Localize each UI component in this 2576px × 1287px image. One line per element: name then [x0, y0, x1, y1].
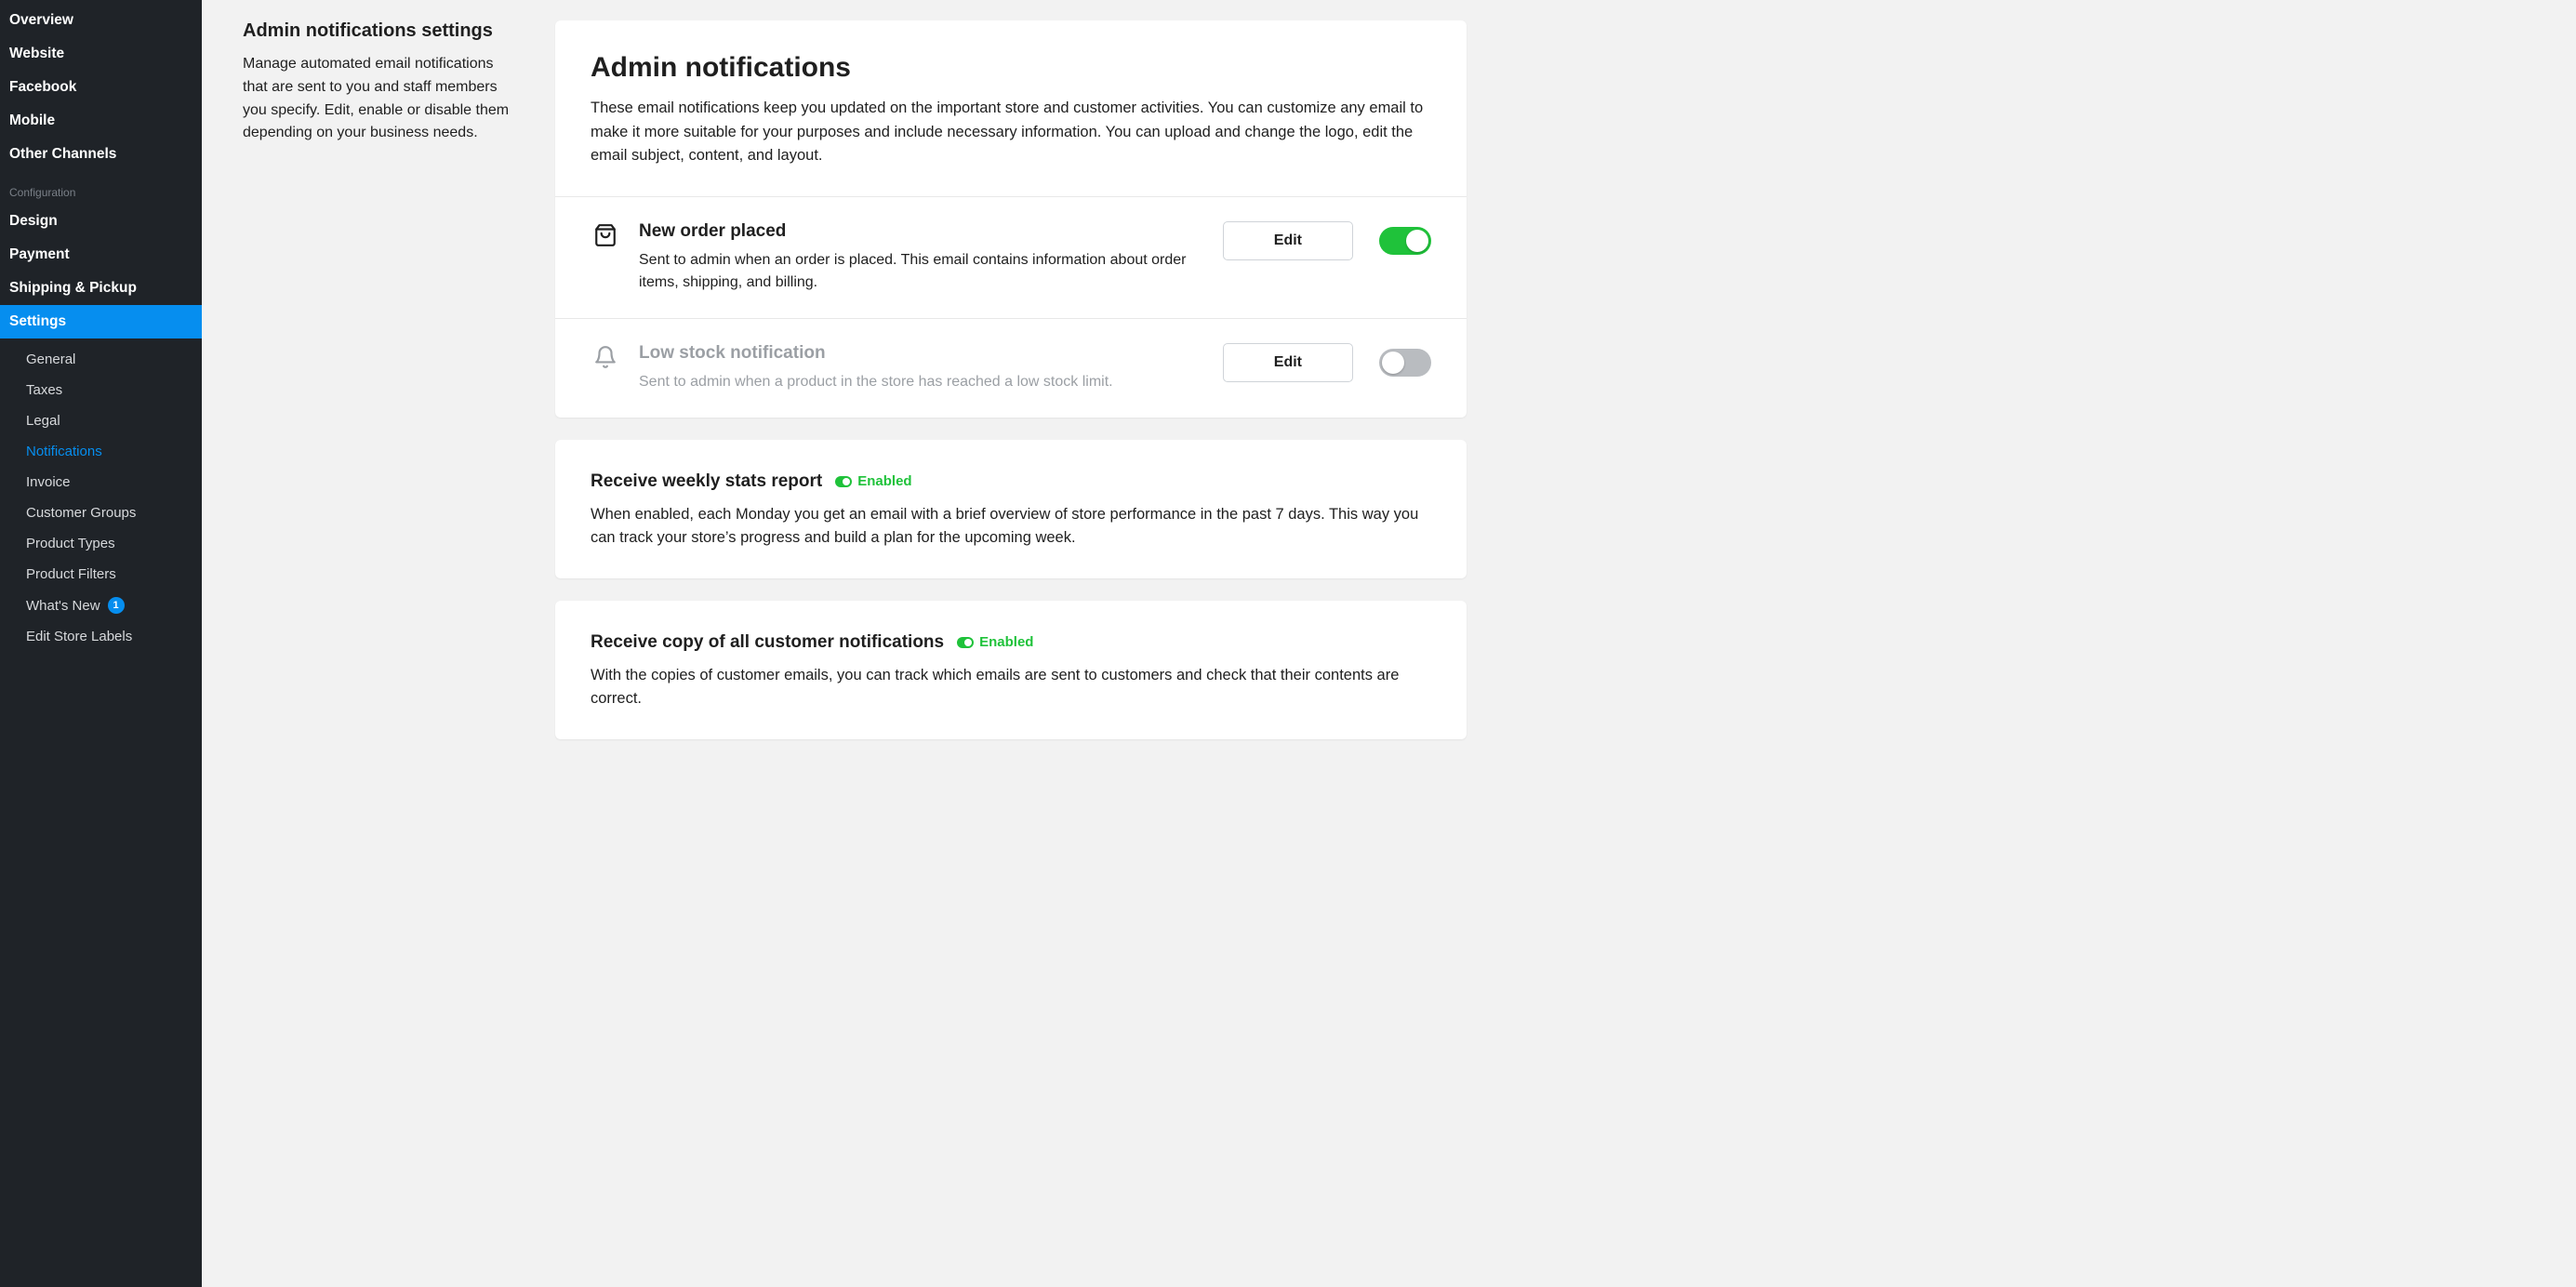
edit-new-order-button[interactable]: Edit [1223, 221, 1353, 260]
nav-shipping-pickup[interactable]: Shipping & Pickup [0, 272, 202, 305]
copy-notifications-desc: With the copies of customer emails, you … [591, 664, 1431, 711]
subnav-taxes[interactable]: Taxes [0, 375, 202, 405]
intro-panel: Admin notifications settings Manage auto… [243, 20, 522, 1259]
new-order-title: New order placed [639, 221, 1204, 242]
toggle-new-order[interactable] [1379, 227, 1431, 255]
subnav-product-filters[interactable]: Product Filters [0, 559, 202, 590]
admin-notifications-lead: These email notifications keep you updat… [591, 97, 1431, 168]
copy-notifications-status: Enabled [957, 634, 1033, 650]
low-stock-title: Low stock notification [639, 343, 1204, 364]
main-content: Admin notifications settings Manage auto… [202, 0, 2576, 1287]
nav-settings[interactable]: Settings [0, 305, 202, 338]
copy-notifications-status-label: Enabled [979, 634, 1033, 650]
nav-design[interactable]: Design [0, 205, 202, 238]
intro-title: Admin notifications settings [243, 20, 522, 42]
copy-notifications-card: Receive copy of all customer notificatio… [555, 601, 1467, 739]
shopping-bag-icon [591, 221, 620, 247]
admin-notifications-card: Admin notifications These email notifica… [555, 20, 1467, 418]
subnav-edit-store-labels[interactable]: Edit Store Labels [0, 621, 202, 652]
nav-payment[interactable]: Payment [0, 238, 202, 272]
subnav-customer-groups[interactable]: Customer Groups [0, 498, 202, 528]
bell-icon [591, 343, 620, 369]
intro-desc: Manage automated email notifications tha… [243, 53, 522, 145]
notification-row-new-order: New order placed Sent to admin when an o… [555, 196, 1467, 318]
subnav-general[interactable]: General [0, 344, 202, 375]
settings-subnav: General Taxes Legal Notifications Invoic… [0, 338, 202, 657]
whats-new-badge: 1 [108, 597, 125, 614]
subnav-whats-new[interactable]: What's New 1 [0, 590, 202, 621]
weekly-stats-desc: When enabled, each Monday you get an ema… [591, 503, 1431, 551]
edit-low-stock-button[interactable]: Edit [1223, 343, 1353, 382]
low-stock-desc: Sent to admin when a product in the stor… [639, 371, 1204, 393]
subnav-legal[interactable]: Legal [0, 405, 202, 436]
nav-facebook[interactable]: Facebook [0, 71, 202, 104]
nav-section-configuration: Configuration [0, 171, 202, 205]
subnav-notifications[interactable]: Notifications [0, 436, 202, 467]
toggle-low-stock[interactable] [1379, 349, 1431, 377]
admin-notifications-heading: Admin notifications [591, 52, 1431, 84]
nav-other-channels[interactable]: Other Channels [0, 138, 202, 171]
notification-row-low-stock: Low stock notification Sent to admin whe… [555, 318, 1467, 418]
nav-overview[interactable]: Overview [0, 4, 202, 37]
content-column: Admin notifications These email notifica… [555, 20, 1467, 1259]
nav-website[interactable]: Website [0, 37, 202, 71]
subnav-product-types[interactable]: Product Types [0, 528, 202, 559]
nav-mobile[interactable]: Mobile [0, 104, 202, 138]
new-order-desc: Sent to admin when an order is placed. T… [639, 249, 1204, 294]
toggle-on-icon [835, 476, 852, 487]
subnav-whats-new-label: What's New [26, 598, 100, 614]
weekly-stats-card: Receive weekly stats report Enabled When… [555, 440, 1467, 578]
sidebar: Overview Website Facebook Mobile Other C… [0, 0, 202, 1287]
copy-notifications-title: Receive copy of all customer notificatio… [591, 632, 944, 653]
weekly-stats-title: Receive weekly stats report [591, 471, 822, 492]
toggle-on-icon [957, 637, 974, 648]
subnav-invoice[interactable]: Invoice [0, 467, 202, 498]
weekly-stats-status: Enabled [835, 473, 911, 489]
weekly-stats-status-label: Enabled [857, 473, 911, 489]
